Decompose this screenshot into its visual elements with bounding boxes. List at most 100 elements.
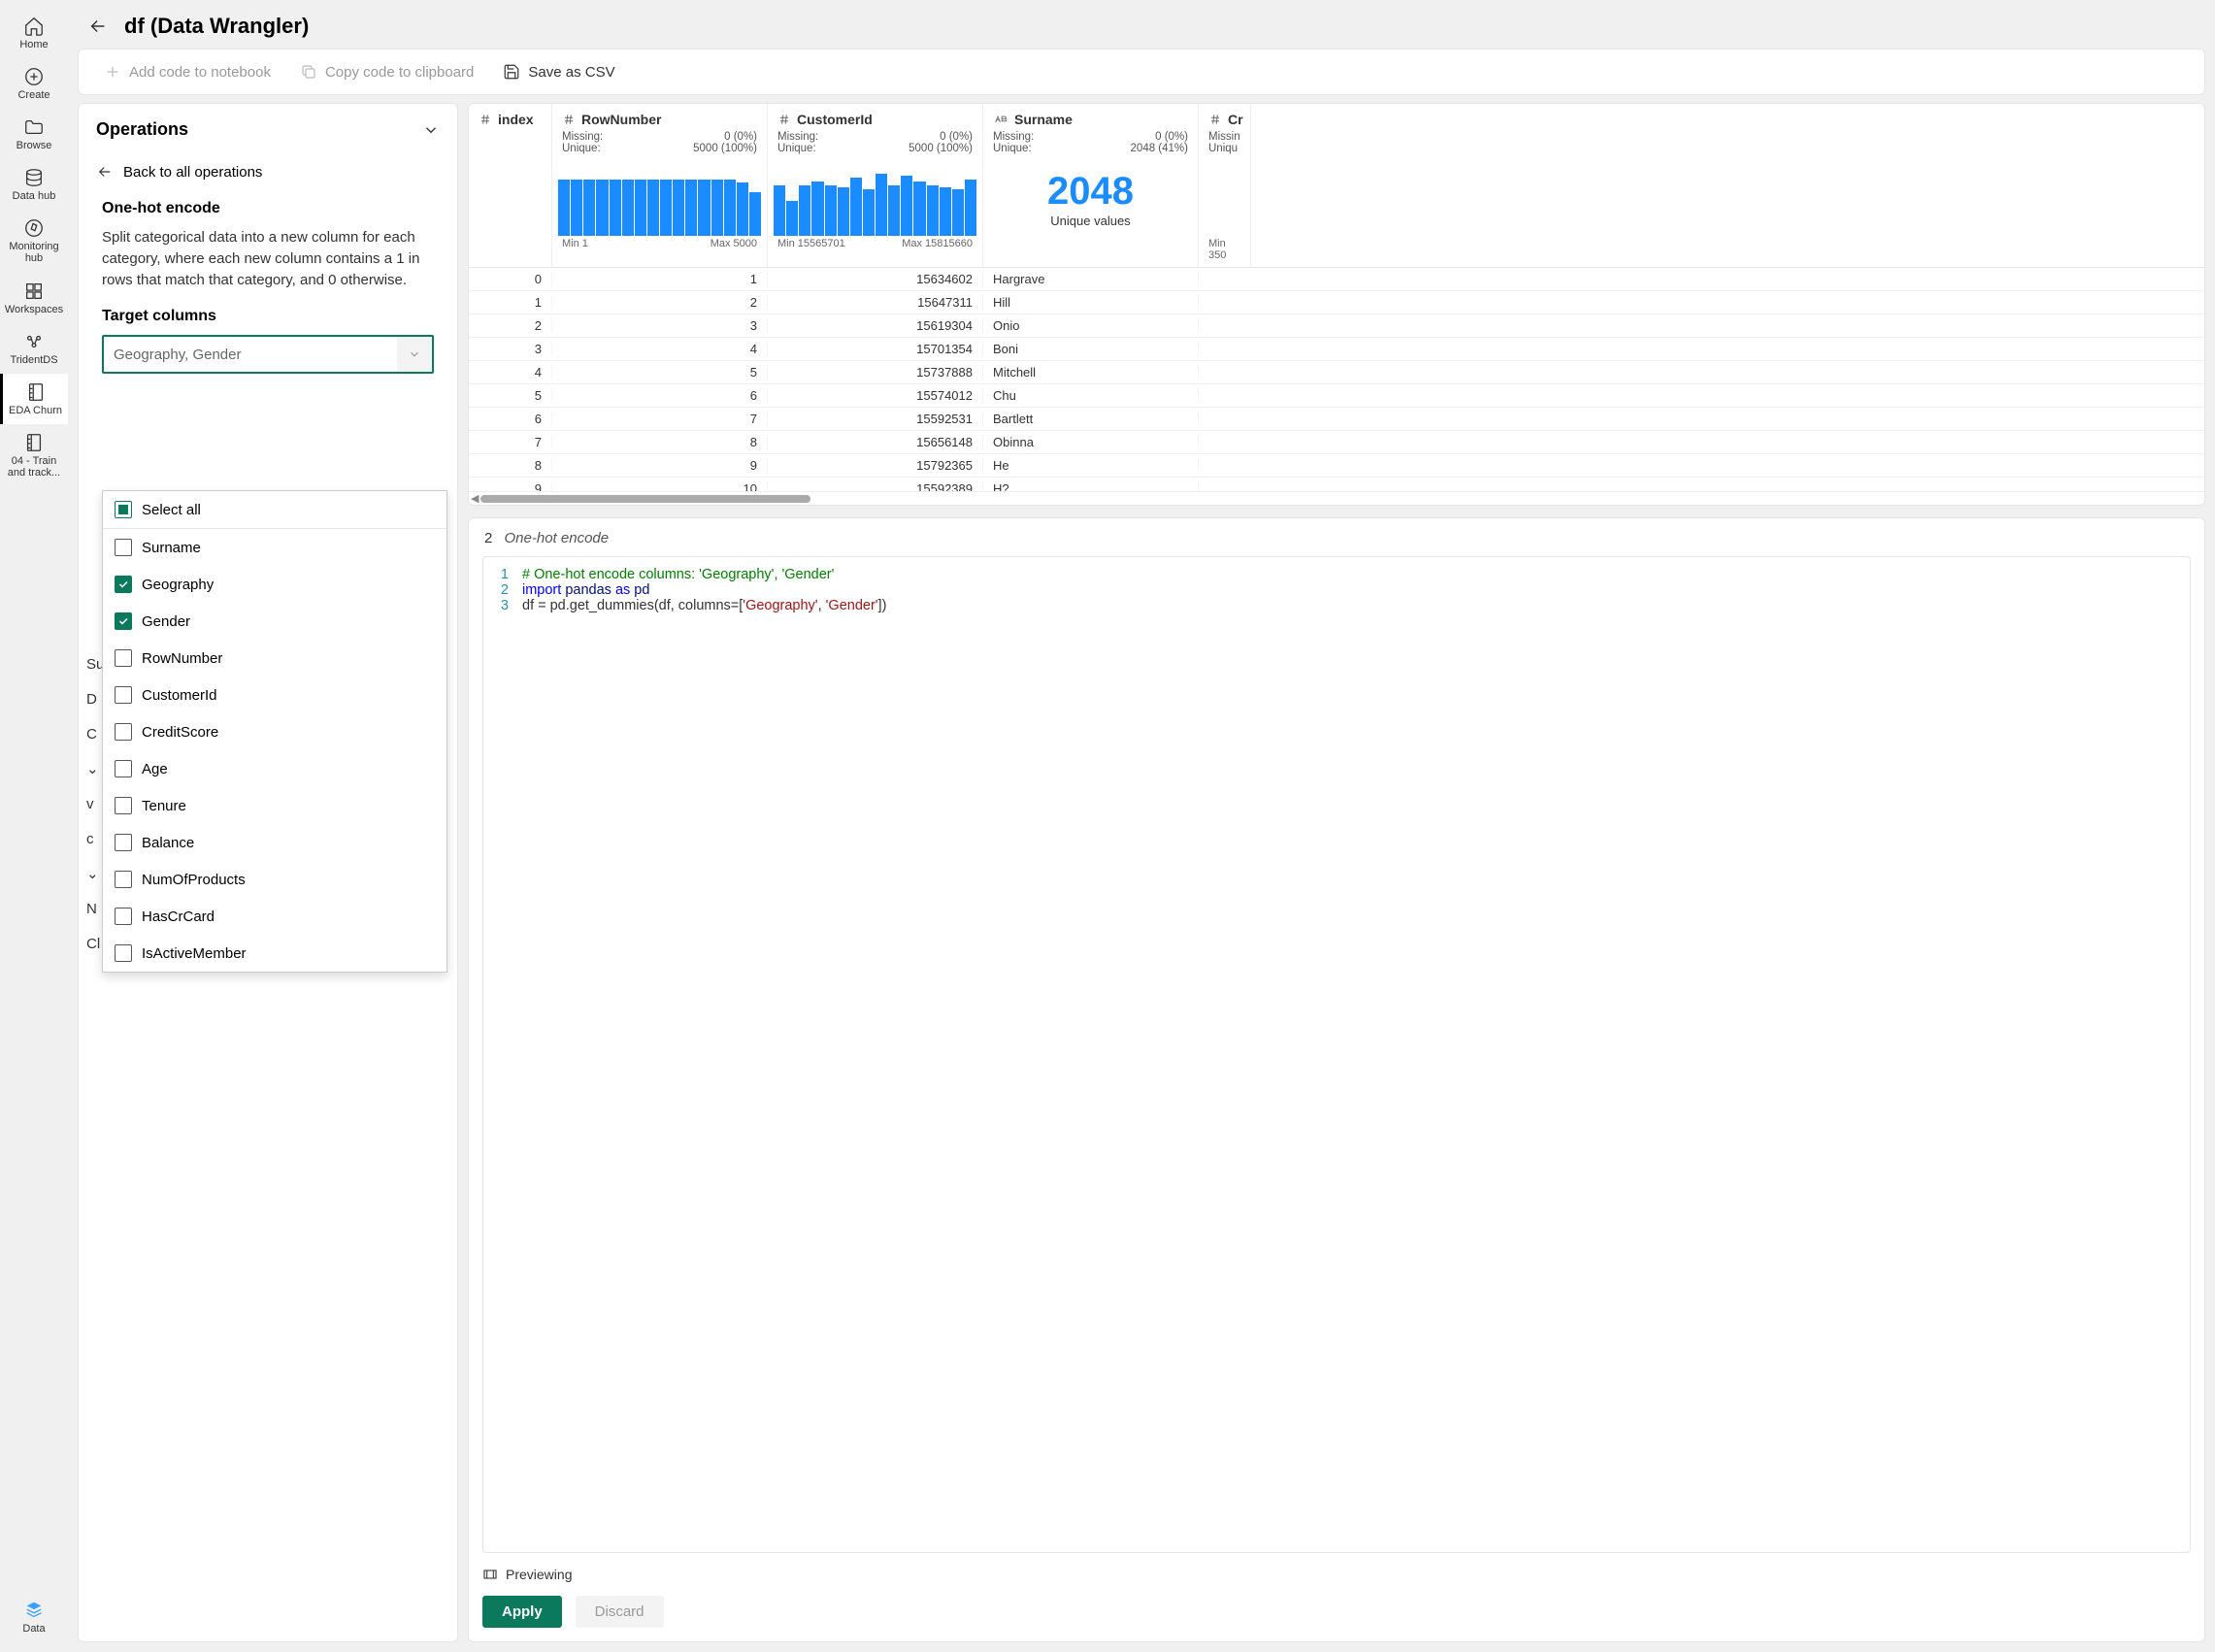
- home-icon: [23, 16, 45, 37]
- dropdown-option-select-all[interactable]: Select all: [103, 491, 446, 529]
- discard-button[interactable]: Discard: [576, 1596, 664, 1628]
- grid-body[interactable]: 0115634602Hargrave1215647311Hill23156193…: [469, 268, 2204, 491]
- checkbox-icon[interactable]: [115, 908, 132, 925]
- column-header-index[interactable]: index: [469, 104, 552, 267]
- operation-title: One-hot encode: [79, 194, 457, 227]
- preview-step-name: One-hot encode: [505, 530, 610, 546]
- target-columns-dropdown[interactable]: Select allSurnameGeographyGenderRowNumbe…: [102, 490, 447, 973]
- folder-icon: [23, 116, 45, 138]
- back-to-operations-link[interactable]: Back to all operations: [79, 153, 457, 194]
- checkbox-icon[interactable]: [115, 723, 132, 741]
- checkbox-icon[interactable]: [115, 834, 132, 851]
- checkbox-icon[interactable]: [115, 539, 132, 556]
- checkbox-icon[interactable]: [115, 760, 132, 777]
- rail-item-create[interactable]: Create: [0, 58, 68, 109]
- panel-title: Operations: [96, 119, 188, 140]
- target-columns-combo[interactable]: [102, 335, 434, 374]
- workspaces-icon: [23, 281, 45, 302]
- dropdown-option-hascrcard[interactable]: HasCrCard: [103, 898, 446, 935]
- column-header-surname[interactable]: SurnameMissing:0 (0%)Unique:2048 (41%)20…: [983, 104, 1199, 267]
- target-columns-label: Target columns: [79, 308, 457, 331]
- rail-item-workspaces[interactable]: Workspaces: [0, 273, 68, 323]
- dropdown-option-numofproducts[interactable]: NumOfProducts: [103, 861, 446, 898]
- data-icon: [23, 1600, 45, 1621]
- checkbox-icon[interactable]: [115, 501, 132, 518]
- table-row[interactable]: 4515737888Mitchell: [469, 361, 2204, 384]
- checkbox-icon[interactable]: [115, 686, 132, 704]
- data-grid: indexRowNumberMissing:0 (0%)Unique:5000 …: [468, 103, 2205, 506]
- add-code-button[interactable]: Add code to notebook: [94, 59, 281, 84]
- table-row[interactable]: 0115634602Hargrave: [469, 268, 2204, 291]
- copy-code-label: Copy code to clipboard: [325, 64, 474, 81]
- dropdown-option-creditscore[interactable]: CreditScore: [103, 713, 446, 750]
- notebook-icon: [25, 381, 47, 403]
- table-row[interactable]: 6715592531Bartlett: [469, 408, 2204, 431]
- dropdown-option-tenure[interactable]: Tenure: [103, 787, 446, 824]
- dropdown-option-rownumber[interactable]: RowNumber: [103, 640, 446, 677]
- table-row[interactable]: 1215647311Hill: [469, 291, 2204, 314]
- abc-type-icon: [993, 113, 1008, 126]
- code-preview-panel: 2 One-hot encode 1# One-hot encode colum…: [468, 517, 2205, 1642]
- checkbox-icon[interactable]: [115, 576, 132, 593]
- rail-item-04-train-and-track-[interactable]: 04 - Train and track...: [0, 424, 68, 486]
- column-header-rownumber[interactable]: RowNumberMissing:0 (0%)Unique:5000 (100%…: [552, 104, 768, 267]
- preview-step-number: 2: [484, 530, 492, 546]
- dropdown-option-surname[interactable]: Surname: [103, 529, 446, 566]
- hash-type-icon: [1208, 113, 1222, 126]
- dropdown-option-age[interactable]: Age: [103, 750, 446, 787]
- preview-icon: [482, 1567, 498, 1582]
- plus-circle-icon: [23, 66, 45, 87]
- toolbar: Add code to notebook Copy code to clipbo…: [78, 49, 2205, 95]
- hash-type-icon: [479, 113, 492, 126]
- dropdown-option-balance[interactable]: Balance: [103, 824, 446, 861]
- titlebar: df (Data Wrangler): [68, 0, 2215, 49]
- dropdown-option-gender[interactable]: Gender: [103, 603, 446, 640]
- rail-item-data[interactable]: Data: [0, 1592, 68, 1642]
- chevron-down-icon[interactable]: [422, 121, 440, 139]
- dropdown-option-customerid[interactable]: CustomerId: [103, 677, 446, 713]
- trident-icon: [23, 331, 45, 352]
- checkbox-icon[interactable]: [115, 871, 132, 888]
- apply-button[interactable]: Apply: [482, 1596, 562, 1628]
- preview-status: Previewing: [506, 1567, 572, 1582]
- rail-item-monitoring-hub[interactable]: Monitoring hub: [0, 210, 68, 272]
- back-link-label: Back to all operations: [123, 164, 262, 181]
- rail-item-data-hub[interactable]: Data hub: [0, 159, 68, 210]
- page-title: df (Data Wrangler): [124, 14, 309, 39]
- column-header-cr[interactable]: CrMissinUniquMin 350: [1199, 104, 1251, 267]
- table-row[interactable]: 8915792365He: [469, 454, 2204, 478]
- left-rail: HomeCreateBrowseData hubMonitoring hubWo…: [0, 0, 68, 1652]
- operations-panel: Operations Back to all operations One-ho…: [78, 103, 458, 1642]
- checkbox-icon[interactable]: [115, 797, 132, 814]
- checkbox-icon[interactable]: [115, 649, 132, 667]
- target-columns-input[interactable]: [104, 347, 397, 363]
- hash-type-icon: [777, 113, 791, 126]
- rail-item-browse[interactable]: Browse: [0, 109, 68, 159]
- checkbox-icon[interactable]: [115, 944, 132, 962]
- rail-item-eda-churn[interactable]: EDA Churn: [0, 374, 68, 424]
- table-row[interactable]: 91015592389H?: [469, 478, 2204, 491]
- compass-icon: [23, 217, 45, 239]
- save-csv-label: Save as CSV: [528, 64, 614, 81]
- dropdown-option-isactivemember[interactable]: IsActiveMember: [103, 935, 446, 972]
- code-editor[interactable]: 1# One-hot encode columns: 'Geography', …: [482, 556, 2191, 1553]
- hash-type-icon: [562, 113, 576, 126]
- table-row[interactable]: 5615574012Chu: [469, 384, 2204, 408]
- database-icon: [23, 167, 45, 188]
- rail-item-tridentds[interactable]: TridentDS: [0, 323, 68, 374]
- add-code-label: Add code to notebook: [129, 64, 271, 81]
- table-row[interactable]: 7815656148Obinna: [469, 431, 2204, 454]
- operation-description: Split categorical data into a new column…: [79, 227, 457, 308]
- save-csv-button[interactable]: Save as CSV: [493, 59, 624, 84]
- copy-code-button[interactable]: Copy code to clipboard: [290, 59, 483, 84]
- rail-item-home[interactable]: Home: [0, 8, 68, 58]
- table-row[interactable]: 2315619304Onio: [469, 314, 2204, 338]
- dropdown-option-geography[interactable]: Geography: [103, 566, 446, 603]
- chevron-down-icon[interactable]: [397, 337, 432, 372]
- back-arrow-icon[interactable]: [87, 16, 109, 37]
- column-header-customerid[interactable]: CustomerIdMissing:0 (0%)Unique:5000 (100…: [768, 104, 983, 267]
- horizontal-scrollbar[interactable]: ◀: [469, 491, 2204, 505]
- checkbox-icon[interactable]: [115, 612, 132, 630]
- table-row[interactable]: 3415701354Boni: [469, 338, 2204, 361]
- notebook-icon: [23, 432, 45, 453]
